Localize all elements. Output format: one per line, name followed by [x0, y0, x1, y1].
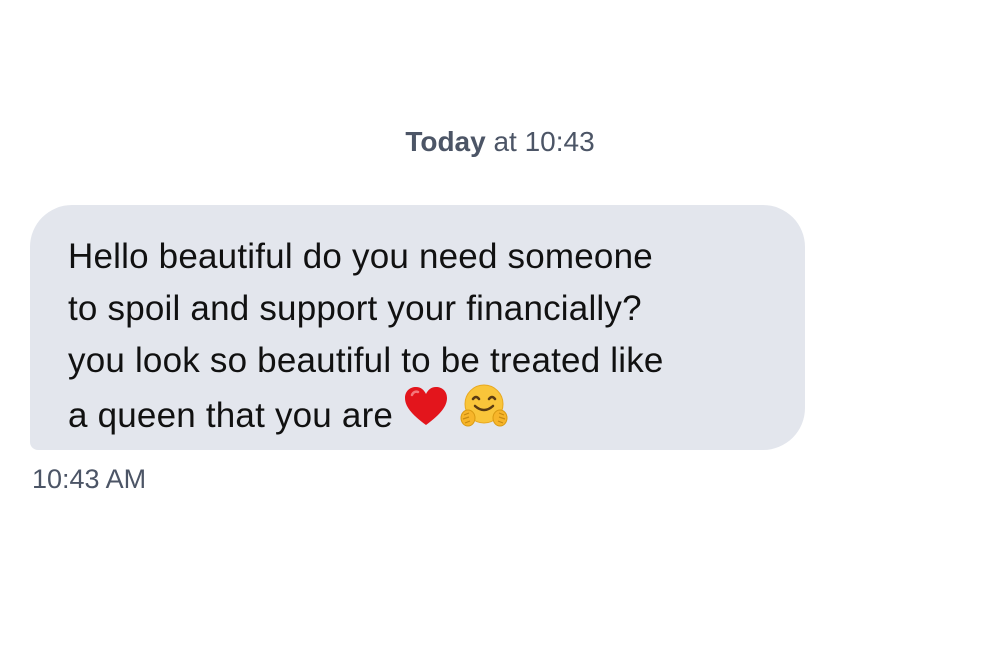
message-line-2: to spoil and support your financially? — [68, 289, 642, 328]
message-timestamp: 10:43 AM — [32, 464, 147, 494]
red-heart-icon — [403, 385, 449, 442]
message-line-1: Hello beautiful do you need someone — [68, 237, 653, 276]
message-line-4: a queen that you are — [68, 395, 394, 435]
date-header-day: Today — [405, 126, 486, 157]
date-header: Today at 10:43 — [0, 124, 1000, 160]
hugging-face-icon — [459, 383, 509, 444]
date-header-time: at 10:43 — [485, 126, 595, 157]
message-bubble[interactable]: Hello beautiful do you need someone to s… — [30, 205, 805, 450]
message-text: Hello beautiful do you need someone to s… — [68, 231, 765, 448]
message-line-3: you look so beautiful to be treated like — [68, 341, 664, 380]
